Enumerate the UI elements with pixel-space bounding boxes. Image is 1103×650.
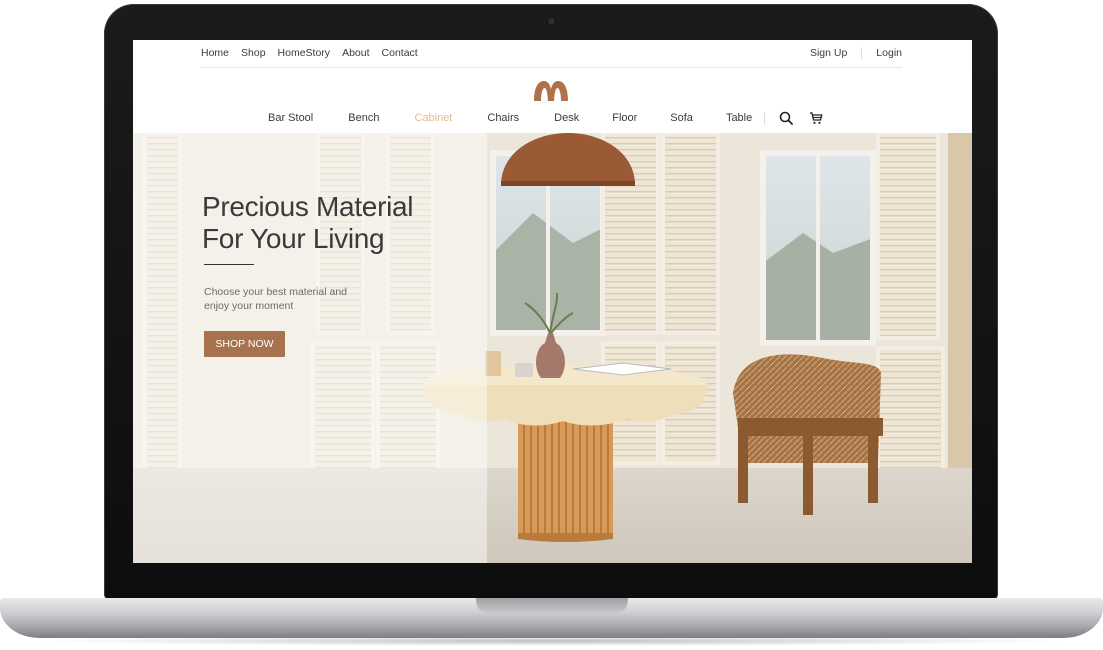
nav-link-contact[interactable]: Contact <box>382 47 418 59</box>
nav-divider <box>764 111 766 125</box>
webcam-icon <box>548 18 555 25</box>
hero-title-line-1: Precious Material <box>202 191 414 222</box>
category-desk[interactable]: Desk <box>554 112 579 124</box>
category-table[interactable]: Table <box>726 112 752 124</box>
top-nav-links: Home Shop HomeStory About Contact <box>201 47 418 59</box>
nav-link-homestory[interactable]: HomeStory <box>278 47 331 59</box>
hero-subtitle: Choose your best material and enjoy your… <box>204 285 374 313</box>
cart-icon[interactable] <box>809 111 823 125</box>
hero-title: Precious Material For Your Living <box>202 191 482 255</box>
auth-divider <box>861 47 863 59</box>
category-floor[interactable]: Floor <box>612 112 637 124</box>
laptop-notch <box>476 598 628 614</box>
category-cabinet[interactable]: Cabinet <box>414 112 452 124</box>
hero-subtitle-line-1: Choose your best material and <box>204 286 347 298</box>
shop-now-button[interactable]: SHOP NOW <box>204 331 285 357</box>
hero-subtitle-line-2: enjoy your moment <box>204 300 294 312</box>
nav-link-home[interactable]: Home <box>201 47 229 59</box>
m-logo-icon[interactable] <box>533 80 569 102</box>
login-link[interactable]: Login <box>876 47 902 59</box>
auth-links: Sign Up Login <box>810 47 902 59</box>
search-icon[interactable] <box>779 111 794 125</box>
hero-divider <box>204 264 254 265</box>
category-chairs[interactable]: Chairs <box>487 112 519 124</box>
top-bar: Home Shop HomeStory About Contact Sign U… <box>133 40 972 68</box>
sign-up-link[interactable]: Sign Up <box>810 47 847 59</box>
category-bench[interactable]: Bench <box>348 112 379 124</box>
website-screen: Home Shop HomeStory About Contact Sign U… <box>133 40 972 563</box>
hero-banner: Precious Material For Your Living Choose… <box>133 133 972 563</box>
category-nav: Bar Stool Bench Cabinet Chairs Desk Floo… <box>268 110 839 126</box>
top-divider <box>201 67 902 68</box>
nav-link-shop[interactable]: Shop <box>241 47 266 59</box>
hero-title-line-2: For Your Living <box>202 223 385 254</box>
category-sofa[interactable]: Sofa <box>670 112 693 124</box>
category-bar-stool[interactable]: Bar Stool <box>268 112 313 124</box>
nav-link-about[interactable]: About <box>342 47 369 59</box>
